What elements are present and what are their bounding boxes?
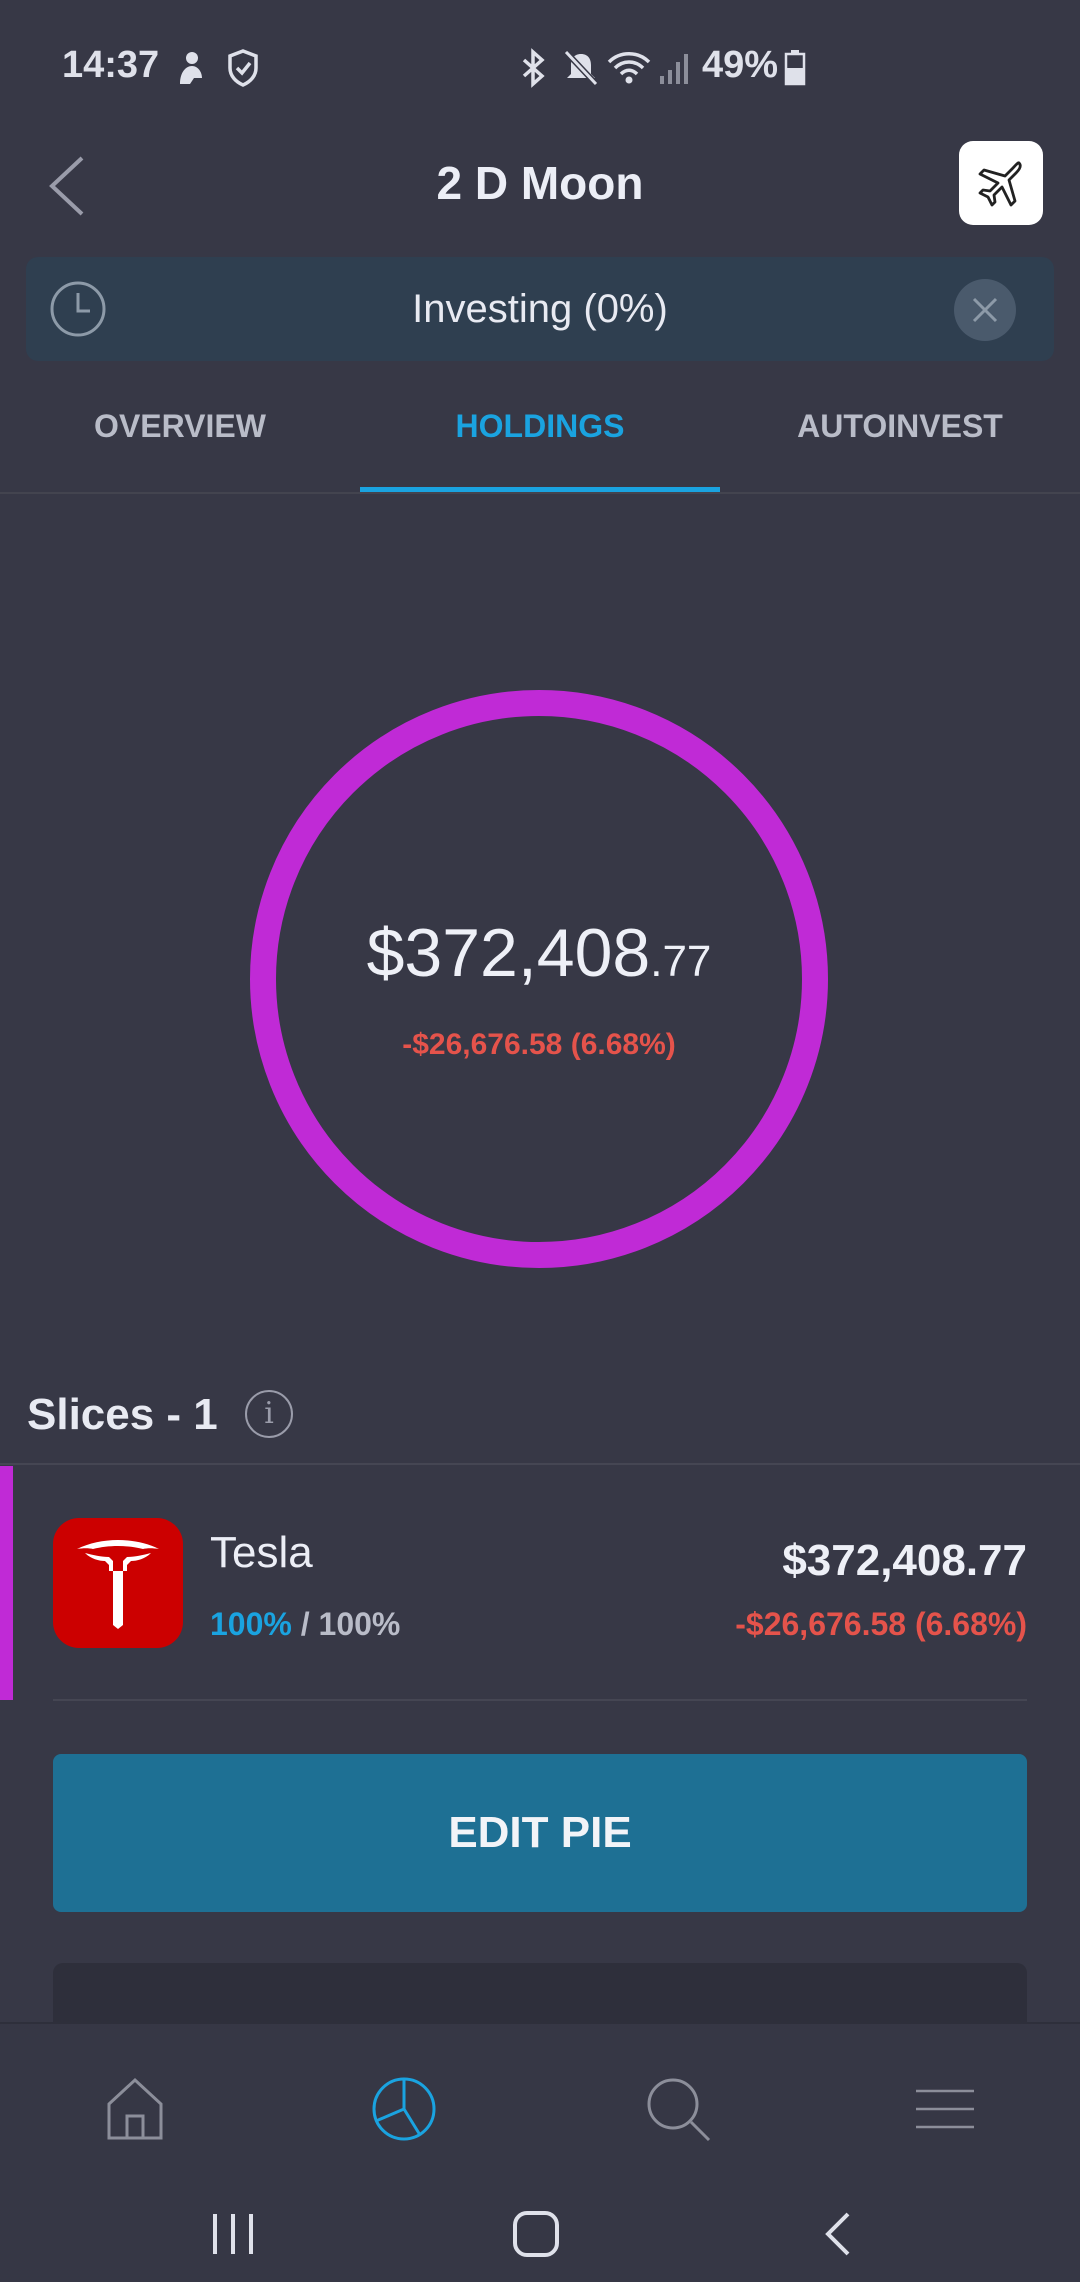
airplane-button[interactable]	[959, 141, 1043, 225]
slice-color-bar	[0, 1466, 13, 1700]
notification-person-icon	[180, 52, 202, 84]
bottom-navigation	[0, 2022, 1080, 2282]
slice-change: -$26,676.58 (6.68%)	[735, 1606, 1027, 1642]
slice-target-pct: 100%	[318, 1606, 401, 1642]
system-home-button[interactable]	[476, 2194, 596, 2274]
battery-icon	[784, 50, 806, 86]
system-recents-button[interactable]	[173, 2194, 293, 2274]
edit-pie-button[interactable]: EDIT PIE	[53, 1754, 1027, 1912]
next-card	[53, 1963, 1027, 2023]
slice-value: $372,408.77	[782, 1536, 1027, 1585]
recents-icon	[213, 2214, 253, 2254]
home-square-icon	[513, 2211, 559, 2257]
pie-total-change: -$26,676.58 (6.68%)	[402, 1028, 676, 1061]
home-icon	[107, 2077, 163, 2140]
tab-overview[interactable]: OVERVIEW	[0, 408, 360, 445]
slice-row-divider	[53, 1699, 1027, 1701]
nav-home-button[interactable]	[75, 2054, 195, 2164]
investing-status-banner: Investing (0%)	[26, 257, 1054, 361]
airplane-icon	[978, 161, 1022, 207]
tab-autoinvest[interactable]: AUTOINVEST	[720, 408, 1080, 445]
menu-icon	[916, 2089, 974, 2129]
signal-icon	[660, 54, 688, 84]
system-back-button[interactable]	[778, 2194, 898, 2274]
mute-icon	[563, 49, 599, 87]
tabs-divider	[0, 492, 1080, 494]
investing-status-text: Investing (0%)	[412, 287, 668, 331]
slice-allocation: 100% / 100%	[210, 1606, 400, 1643]
wifi-icon	[607, 52, 651, 84]
slice-row-tesla[interactable]: Tesla 100% / 100% $372,408.77 -$26,676.5…	[0, 1466, 1080, 1700]
info-icon[interactable]: i	[245, 1390, 293, 1438]
nav-search-button[interactable]	[618, 2054, 738, 2164]
slices-divider	[0, 1463, 1080, 1465]
slice-current-pct: 100%	[210, 1606, 292, 1642]
battery-percentage: 49%	[702, 44, 779, 86]
pie-total-value-main: $372,408	[366, 915, 651, 991]
status-time: 14:37	[62, 44, 160, 86]
page-title: 2 D Moon	[436, 157, 644, 209]
tab-holdings[interactable]: HOLDINGS	[360, 408, 720, 445]
shield-icon	[228, 49, 258, 87]
close-icon	[972, 297, 998, 323]
slice-pct-separator: /	[291, 1606, 319, 1642]
chevron-left-icon	[825, 2212, 850, 2256]
slice-name: Tesla	[210, 1528, 313, 1577]
slices-title: Slices - 1	[27, 1390, 218, 1439]
close-banner-button[interactable]	[954, 279, 1016, 341]
tesla-logo-icon	[53, 1518, 183, 1648]
active-tab-indicator	[360, 487, 720, 492]
search-icon	[647, 2078, 711, 2142]
pie-total-value: $372,408.77	[250, 914, 828, 992]
pie-chart-icon	[372, 2077, 436, 2141]
nav-menu-button[interactable]	[885, 2054, 1005, 2164]
nav-pie-button[interactable]	[344, 2054, 464, 2164]
pie-total-value-cents: .77	[650, 937, 712, 986]
bluetooth-icon	[522, 48, 545, 88]
